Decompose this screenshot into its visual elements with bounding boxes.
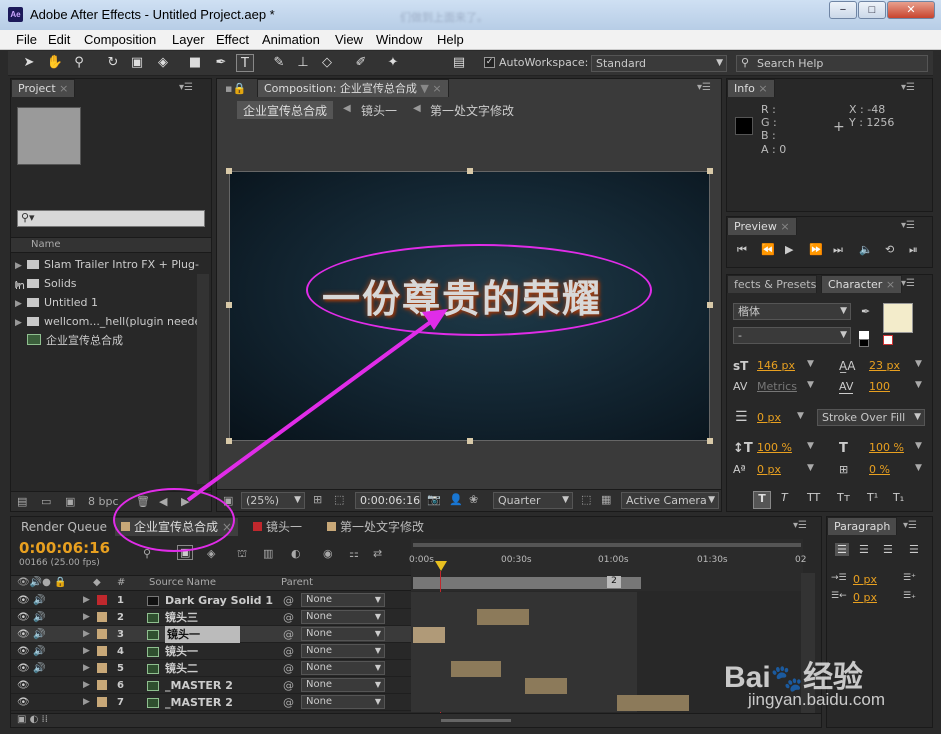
annotation-arrow-line bbox=[186, 316, 438, 502]
annotation-arrow bbox=[186, 309, 448, 502]
watermark-url: jingyan.baidu.com bbox=[748, 690, 886, 709]
